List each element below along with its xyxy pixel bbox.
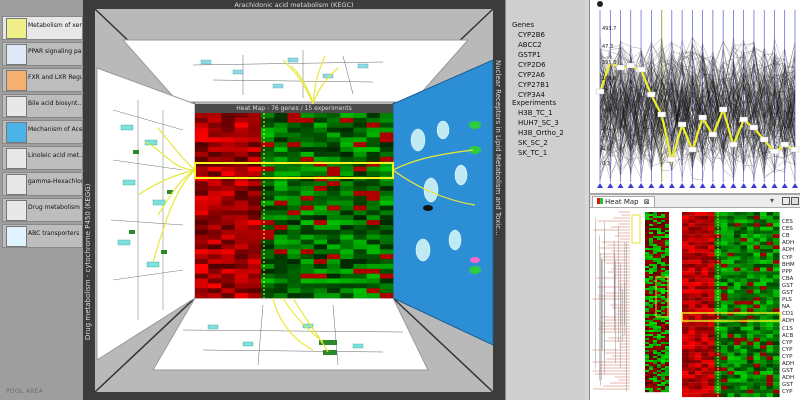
heatmap-row-label: ADH [782, 240, 795, 247]
pool-item-label: Bile acid biosynt... [28, 100, 82, 107]
heatmap-row-label: CES [782, 226, 793, 233]
bucket-view[interactable]: Arachidonic acid metabolism (KEGC) Heat … [83, 0, 505, 400]
pathway-thumbnail-icon [6, 18, 27, 39]
minimize-icon[interactable] [782, 197, 790, 205]
heatmap-row-label: C1S [782, 325, 793, 332]
gene-item: CYP27B1 [518, 81, 550, 89]
pathway-thumbnail-icon [6, 226, 27, 247]
axis-tick-label: 47.3 [602, 44, 613, 50]
heatmap-row-label: CBA [782, 275, 794, 282]
pathway-thumbnail-icon [6, 44, 27, 65]
heatmap-canvas[interactable] [590, 207, 800, 400]
heatmap-row-label: ACB [782, 332, 794, 339]
heatmap-row-label: CD1 [782, 311, 794, 318]
pool-item[interactable]: Linoleic acid met... [2, 146, 83, 170]
heatmap-row-label: PPP [782, 268, 792, 275]
bucket-canvas[interactable] [83, 0, 505, 400]
pool-item[interactable]: FXR and LXR Regul... [2, 68, 83, 92]
pathway-thumbnail-icon [6, 70, 27, 91]
axis-tick-label: 4.0 [602, 108, 610, 114]
experiment-item: SK_SC_2 [518, 139, 548, 147]
heatmap-row-label: GST [782, 382, 794, 389]
heatmap-row-label: CB [782, 233, 790, 240]
gene-item: GSTP1 [518, 51, 541, 59]
pool-area: Metabolism of xen... PPAR signaling pa...… [0, 0, 83, 400]
top-slot-title: Arachidonic acid metabolism (KEGC) [83, 0, 505, 9]
pool-item[interactable]: gamma-Hexachlor... [2, 172, 83, 196]
heatmap-row-label: CYP [782, 346, 793, 353]
genes-heading: Genes [512, 21, 535, 29]
heatmap-row-label: BHM [782, 261, 795, 268]
view-menu-icon[interactable]: ▾ [770, 196, 774, 205]
axis-tick-label: 106.8 [602, 76, 616, 82]
pathway-thumbnail-icon [6, 148, 27, 169]
heatmap-row-label: NA [782, 304, 790, 311]
heatmap-row-label: ADH [782, 247, 795, 254]
gene-item: ABCC2 [518, 41, 542, 49]
heatmap-row-label: ADH [782, 361, 795, 367]
axis-tick-label: 2.0 [602, 126, 610, 132]
experiment-item: H3B_Ortho_2 [518, 129, 564, 137]
pool-item[interactable]: Drug metabolism -... [2, 198, 83, 222]
experiments-heading: Experiments [512, 99, 557, 107]
heatmap-row-label: CYP [782, 254, 793, 261]
pool-item[interactable]: ABC transporters ... [2, 224, 83, 248]
center-view-title: Heat Map - 76 genes / 15 experiments [236, 105, 352, 112]
pool-item-label: Metabolism of xen... [28, 22, 82, 29]
close-icon[interactable]: ⊠ [644, 198, 650, 206]
heatmap-row-label: CYP [782, 389, 793, 396]
pool-area-title: POOL AREA [6, 388, 44, 395]
heatmap-tab-icon [597, 198, 603, 204]
pool-item-label: FXR and LXR Regul... [28, 74, 82, 81]
heatmap-view[interactable]: Heat Map ⊠ ▾ CES CES CB ADH ADH CYP BHM PPP CBA G… [589, 195, 800, 400]
pool-item-label: gamma-Hexachlor... [28, 178, 82, 185]
maximize-icon[interactable] [791, 197, 799, 205]
experiment-item: SK_TC_1 [518, 149, 548, 157]
heatmap-row-label: CYP [782, 353, 793, 360]
heatmap-row-label: GST [782, 282, 794, 289]
gene-item: CYP2D6 [518, 61, 546, 69]
heatmap-row-label: GST [782, 290, 794, 296]
pool-item[interactable]: Mechanism of Acet... [2, 120, 83, 144]
right-slot-title: Nuclear Receptors in Lipid Metabolism an… [494, 60, 502, 236]
selection-info-panel: Genes CYP2B6 ABCC2 GSTP1 CYP2D6 CYP2A6 CYP27B… [505, 0, 586, 400]
axis-tick-label: 493.7 [602, 26, 616, 32]
pathway-thumbnail-icon [6, 96, 27, 117]
tab-heatmap-label: Heat Map [605, 198, 639, 206]
heatmap-row-label: PLS [782, 297, 792, 304]
gene-item: CYP2A6 [518, 71, 545, 79]
parallel-coordinates-view[interactable]: 493.7 47.3 395.8 106.8 4.0 2.0 0.6 0.3 [589, 0, 800, 193]
heatmap-row-label: ADH [782, 375, 795, 382]
pool-item[interactable]: Bile acid biosynt... [2, 94, 83, 118]
gene-item: CYP2B6 [518, 31, 545, 39]
left-slot-title: Drug metabolism - cytochrome P450 (KEGG) [84, 183, 92, 340]
pathway-thumbnail-icon [6, 200, 27, 221]
pool-item-label: Drug metabolism -... [28, 204, 82, 211]
axis-tick-label: 0.6 [602, 146, 610, 152]
pool-item[interactable]: Metabolism of xen... [2, 16, 83, 40]
heatmap-row-label: ADH [782, 318, 795, 325]
heatmap-row-label: GST [782, 368, 794, 375]
axis-tick-label: 0.3 [602, 161, 610, 167]
bottom-slot-bar [83, 392, 505, 400]
pool-item-label: Linoleic acid met... [28, 152, 82, 159]
pathway-thumbnail-icon [6, 122, 27, 143]
pool-item[interactable]: PPAR signaling pa... [2, 42, 83, 66]
pathway-thumbnail-icon [6, 174, 27, 195]
experiment-item: H3B_TC_1 [518, 109, 553, 117]
heatmap-row-label: CYP [782, 339, 793, 346]
heatmap-row-label: CES [782, 219, 793, 225]
pool-item-label: PPAR signaling pa... [28, 48, 82, 55]
axis-tick-label: 395.8 [602, 60, 616, 66]
pool-item-label: Mechanism of Acet... [28, 126, 82, 133]
experiment-item: HUH7_SC_3 [518, 119, 559, 127]
pool-item-label: ABC transporters ... [28, 230, 82, 237]
right-pathway-plane [392, 59, 494, 346]
parallel-coordinates-canvas[interactable]: 493.7 47.3 395.8 106.8 4.0 2.0 0.6 0.3 [590, 0, 800, 193]
